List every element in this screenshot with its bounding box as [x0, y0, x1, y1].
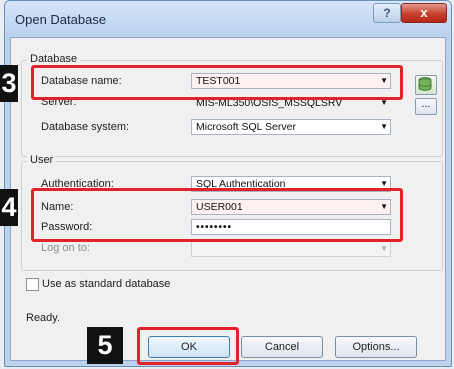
database-icon: [418, 77, 432, 91]
highlight-database-name: [31, 65, 403, 100]
database-group-title: Database: [27, 53, 81, 65]
title-bar: Open Database ? x: [5, 1, 451, 35]
database-system-combo[interactable]: Microsoft SQL Server ▼: [191, 119, 391, 135]
standard-database-checkbox[interactable]: [26, 278, 39, 291]
step-marker-5: 5: [87, 327, 123, 364]
status-text: Ready.: [26, 312, 61, 324]
highlight-credentials: [31, 188, 403, 242]
log-on-to-label: Log on to:: [41, 242, 90, 254]
window-title: Open Database: [15, 12, 107, 27]
combo-arrow-icon[interactable]: ▼: [380, 242, 388, 256]
database-system-value: Microsoft SQL Server: [196, 121, 296, 133]
open-database-dialog: Open Database ? x Database Database name…: [4, 0, 452, 367]
highlight-ok-button: [137, 327, 239, 365]
standard-database-label: Use as standard database: [42, 278, 171, 290]
user-group-title: User: [27, 154, 57, 166]
help-button[interactable]: ?: [373, 3, 401, 23]
close-button[interactable]: x: [401, 3, 447, 23]
step-marker-4: 4: [0, 189, 18, 226]
browse-server-button[interactable]: ...: [415, 98, 437, 115]
options-button[interactable]: Options...: [335, 336, 417, 358]
log-on-to-combo[interactable]: ▼: [191, 241, 391, 257]
database-system-label: Database system:: [41, 121, 130, 133]
step-marker-3: 3: [0, 65, 18, 102]
database-list-button[interactable]: [415, 75, 437, 95]
combo-arrow-icon[interactable]: ▼: [380, 120, 388, 134]
cancel-button[interactable]: Cancel: [241, 336, 323, 358]
